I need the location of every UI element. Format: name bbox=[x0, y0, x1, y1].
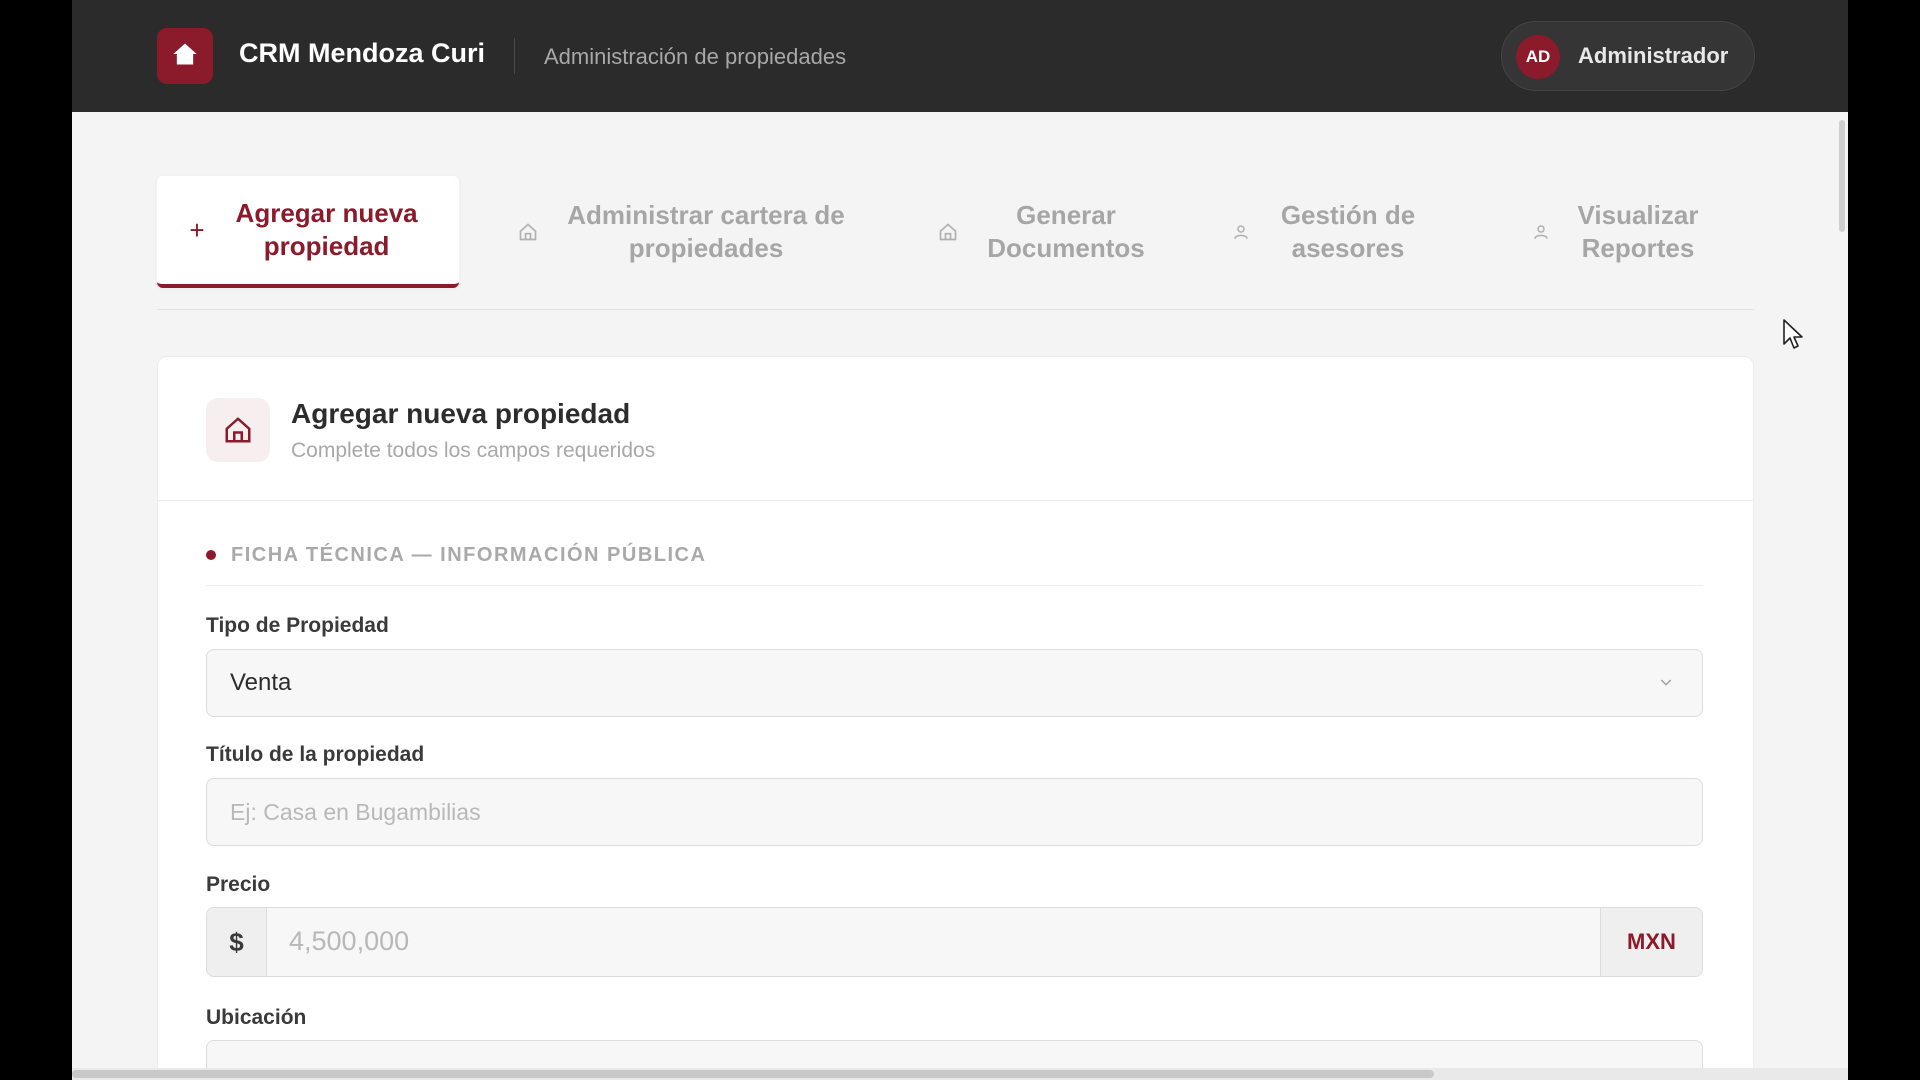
user-icon bbox=[1232, 222, 1250, 242]
section-divider bbox=[206, 585, 1703, 586]
home-icon bbox=[938, 222, 958, 242]
tipo-propiedad-value: Venta bbox=[230, 669, 292, 696]
tab-label: Visualizar Reportes bbox=[1577, 200, 1699, 263]
tab-label: Agregar nueva propiedad bbox=[235, 198, 418, 261]
titulo-propiedad-placeholder: Ej: Casa en Bugambilias bbox=[230, 799, 481, 825]
tab-label: Generar Documentos bbox=[987, 200, 1145, 263]
ubicacion-label: Ubicación bbox=[206, 1006, 307, 1029]
home-icon bbox=[206, 398, 270, 462]
home-icon bbox=[518, 222, 538, 242]
user-name: Administrador bbox=[1578, 43, 1729, 68]
brand-name: CRM Mendoza Curi bbox=[239, 38, 485, 68]
horizontal-scrollbar[interactable] bbox=[72, 1068, 1848, 1080]
home-icon bbox=[171, 40, 199, 73]
app-window: CRM Mendoza Curi Administración de propi… bbox=[72, 0, 1848, 1080]
top-bar: CRM Mendoza Curi Administración de propi… bbox=[72, 0, 1848, 112]
card-title: Agregar nueva propiedad bbox=[291, 398, 631, 429]
tipo-propiedad-select[interactable]: Venta bbox=[206, 649, 1703, 717]
horizontal-scrollbar-thumb[interactable] bbox=[72, 1070, 1434, 1078]
dollar-icon: $ bbox=[207, 908, 267, 976]
plus-icon: + bbox=[189, 214, 205, 245]
tab-label: Gestión de asesores bbox=[1280, 200, 1416, 263]
section-title: FICHA TÉCNICA — INFORMACIÓN PÚBLICA bbox=[231, 544, 707, 566]
tipo-propiedad-label: Tipo de Propiedad bbox=[206, 614, 389, 637]
user-menu-button[interactable]: AD Administrador bbox=[1501, 21, 1755, 91]
precio-input-group[interactable]: $ 4,500,000 MXN bbox=[206, 907, 1703, 977]
tab-bar: + Agregar nueva propiedad Administrar ca… bbox=[157, 176, 1754, 310]
card-subtitle: Complete todos los campos requeridos bbox=[291, 439, 656, 462]
window-backdrop bbox=[1848, 0, 1920, 1080]
precio-placeholder: 4,500,000 bbox=[289, 926, 410, 956]
titulo-propiedad-input[interactable]: Ej: Casa en Bugambilias bbox=[206, 778, 1703, 846]
tab-visualizar-reportes[interactable]: Visualizar Reportes bbox=[1510, 176, 1730, 288]
tab-gestion-asesores[interactable]: Gestión de asesores bbox=[1220, 176, 1440, 288]
vertical-scrollbar[interactable] bbox=[1839, 120, 1845, 232]
header-divider bbox=[514, 38, 515, 74]
user-icon bbox=[1532, 222, 1550, 242]
titulo-propiedad-label: Título de la propiedad bbox=[206, 743, 425, 766]
tab-label: Administrar cartera de propiedades bbox=[567, 200, 845, 263]
tab-agregar-propiedad[interactable]: + Agregar nueva propiedad bbox=[157, 176, 459, 288]
property-form-card: Agregar nueva propiedad Complete todos l… bbox=[157, 356, 1754, 1080]
tab-administrar-cartera[interactable]: Administrar cartera de propiedades bbox=[502, 176, 872, 288]
section-dot bbox=[206, 550, 216, 560]
header-section-title: Administración de propiedades bbox=[544, 44, 847, 69]
avatar: AD bbox=[1516, 35, 1560, 79]
tab-generar-documentos[interactable]: Generar Documentos bbox=[927, 176, 1167, 288]
cursor-icon bbox=[1782, 318, 1806, 352]
currency-badge: MXN bbox=[1600, 908, 1702, 976]
chevron-down-icon bbox=[1658, 674, 1674, 695]
precio-label: Precio bbox=[206, 873, 271, 896]
card-header: Agregar nueva propiedad Complete todos l… bbox=[158, 357, 1753, 501]
brand-logo[interactable] bbox=[157, 28, 213, 84]
